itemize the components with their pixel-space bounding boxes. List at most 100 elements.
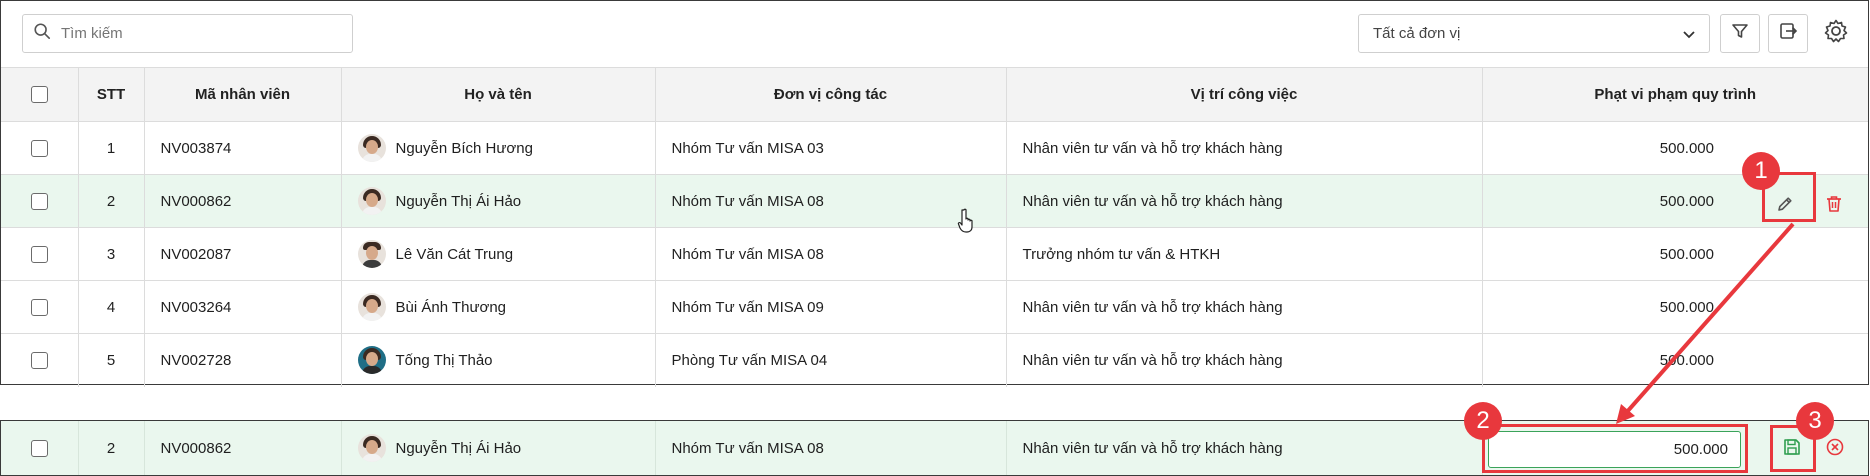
table-row[interactable]: 4 NV003264 Bùi Ánh Thương Nhóm Tư vấn MI… bbox=[1, 280, 1868, 334]
column-header-stt[interactable]: STT bbox=[78, 67, 145, 122]
save-icon bbox=[1782, 437, 1802, 462]
toolbar: Tất cả đơn vị bbox=[1, 1, 1868, 67]
employee-name: Nguyễn Thị Ái Hảo bbox=[395, 192, 522, 210]
row-select-cell[interactable] bbox=[1, 421, 79, 475]
unit-cell: Nhóm Tư vấn MISA 08 bbox=[655, 174, 1007, 228]
avatar bbox=[357, 187, 386, 215]
column-header-position[interactable]: Vị trí công việc bbox=[1006, 67, 1483, 122]
close-circle-icon bbox=[1825, 437, 1845, 462]
avatar bbox=[357, 134, 386, 162]
table-row[interactable]: 1 NV003874 Nguyễn Bích Hương Nhóm Tư vấn… bbox=[1, 121, 1868, 175]
row-checkbox[interactable] bbox=[30, 352, 48, 370]
position-cell: Nhân viên tư vấn và hỗ trợ khách hàng bbox=[1006, 174, 1483, 228]
employee-name: Bùi Ánh Thương bbox=[395, 298, 507, 316]
employee-name: Nguyễn Thị Ái Hảo bbox=[395, 439, 522, 457]
pencil-icon bbox=[1775, 194, 1795, 219]
stt-cell: 5 bbox=[78, 333, 145, 387]
delete-button[interactable] bbox=[1821, 193, 1847, 219]
full-name-cell: Nguyễn Thị Ái Hảo bbox=[341, 421, 656, 475]
employee-name: Nguyễn Bích Hương bbox=[395, 139, 533, 157]
edit-button[interactable] bbox=[1766, 187, 1804, 225]
full-name-cell: Nguyễn Thị Ái Hảo bbox=[341, 174, 656, 228]
inline-edit-row: 2 NV000862 Nguyễn Thị Ái Hảo Nhóm Tư vấn… bbox=[0, 420, 1869, 476]
penalty-cell: 500.000 bbox=[1482, 121, 1868, 175]
full-name-cell: Nguyễn Bích Hương bbox=[341, 121, 656, 175]
table-row[interactable]: 2 NV000862 Nguyễn Thị Ái Hảo Nhóm Tư vấn… bbox=[1, 174, 1868, 228]
full-name-cell: Lê Văn Cát Trung bbox=[341, 227, 656, 281]
stt-cell: 1 bbox=[78, 121, 145, 175]
employee-grid-panel: Tất cả đơn vị STT bbox=[0, 0, 1869, 387]
position-cell: Trưởng nhóm tư vấn & HTKH bbox=[1006, 227, 1483, 281]
unit-cell: Nhóm Tư vấn MISA 08 bbox=[655, 227, 1007, 281]
row-select-cell[interactable] bbox=[1, 227, 79, 281]
unit-cell: Nhóm Tư vấn MISA 09 bbox=[655, 280, 1007, 334]
step-badge-3: 3 bbox=[1796, 402, 1834, 440]
filter-button[interactable] bbox=[1720, 14, 1760, 53]
export-button[interactable] bbox=[1768, 14, 1808, 53]
penalty-cell: 500.000 bbox=[1482, 280, 1868, 334]
employee-code-cell: NV000862 bbox=[144, 174, 342, 228]
position-cell: Nhân viên tư vấn và hỗ trợ khách hàng bbox=[1006, 121, 1483, 175]
employee-table: STT Mã nhân viên Họ và tên Đơn vị công t… bbox=[1, 67, 1868, 387]
penalty-amount-input[interactable] bbox=[1488, 431, 1741, 468]
row-checkbox[interactable] bbox=[30, 245, 48, 263]
position-cell: Nhân viên tư vấn và hỗ trợ khách hàng bbox=[1006, 280, 1483, 334]
unit-cell: Phòng Tư vấn MISA 04 bbox=[655, 333, 1007, 387]
row-checkbox[interactable] bbox=[30, 192, 48, 210]
chevron-down-icon bbox=[1681, 26, 1697, 42]
table-header-row: STT Mã nhân viên Họ và tên Đơn vị công t… bbox=[1, 67, 1868, 122]
column-header-penalty[interactable]: Phạt vi phạm quy trình bbox=[1482, 67, 1868, 122]
row-select-cell[interactable] bbox=[1, 333, 79, 387]
step-badge-1: 1 bbox=[1742, 152, 1780, 190]
employee-code-cell: NV003874 bbox=[144, 121, 342, 175]
row-select-cell[interactable] bbox=[1, 174, 79, 228]
penalty-cell: 500.000 bbox=[1659, 351, 1714, 369]
search-icon bbox=[33, 22, 51, 45]
filter-icon bbox=[1730, 21, 1750, 46]
unit-filter-select[interactable]: Tất cả đơn vị bbox=[1358, 14, 1710, 53]
employee-code-cell: NV002087 bbox=[144, 227, 342, 281]
gear-icon bbox=[1823, 18, 1849, 49]
select-all-header[interactable] bbox=[1, 67, 79, 122]
unit-cell: Nhóm Tư vấn MISA 08 bbox=[655, 421, 1007, 475]
step-badge-2: 2 bbox=[1464, 402, 1502, 440]
hand-cursor-icon bbox=[957, 208, 973, 233]
table-row[interactable]: 5 NV002728 Tống Thị Thảo Phòng Tư vấn MI… bbox=[1, 333, 1868, 387]
row-action-group bbox=[1761, 179, 1861, 233]
select-all-checkbox[interactable] bbox=[30, 86, 48, 104]
employee-code-cell: NV003264 bbox=[144, 280, 342, 334]
column-header-unit[interactable]: Đơn vị công tác bbox=[655, 67, 1007, 122]
row-select-cell[interactable] bbox=[1, 280, 79, 334]
row-select-cell[interactable] bbox=[1, 121, 79, 175]
column-header-full-name[interactable]: Họ và tên bbox=[341, 67, 656, 122]
row-checkbox[interactable] bbox=[30, 298, 48, 316]
avatar bbox=[357, 434, 386, 462]
penalty-cell: 500.000 bbox=[1482, 227, 1868, 281]
position-cell: Nhân viên tư vấn và hỗ trợ khách hàng bbox=[1006, 333, 1483, 387]
row-checkbox[interactable] bbox=[30, 439, 48, 457]
position-cell: Nhân viên tư vấn và hỗ trợ khách hàng bbox=[1006, 421, 1483, 475]
employee-name: Tống Thị Thảo bbox=[395, 351, 493, 369]
stt-cell: 4 bbox=[78, 280, 145, 334]
full-name-cell: Bùi Ánh Thương bbox=[341, 280, 656, 334]
employee-name: Lê Văn Cát Trung bbox=[395, 245, 514, 263]
unit-cell: Nhóm Tư vấn MISA 03 bbox=[655, 121, 1007, 175]
search-input[interactable] bbox=[61, 25, 341, 42]
employee-code-cell: NV000862 bbox=[144, 421, 342, 475]
stt-cell: 2 bbox=[78, 421, 145, 475]
avatar bbox=[357, 293, 386, 321]
trash-icon bbox=[1824, 194, 1844, 219]
export-icon bbox=[1778, 21, 1798, 46]
stt-cell: 2 bbox=[78, 174, 145, 228]
column-header-employee-code[interactable]: Mã nhân viên bbox=[144, 67, 342, 122]
cancel-button[interactable] bbox=[1821, 435, 1849, 463]
stt-cell: 3 bbox=[78, 227, 145, 281]
full-name-cell: Tống Thị Thảo bbox=[341, 333, 656, 387]
unit-filter-value: Tất cả đơn vị bbox=[1373, 25, 1461, 42]
row-checkbox[interactable] bbox=[30, 139, 48, 157]
table-row[interactable]: 3 NV002087 Lê Văn Cát Trung Nhóm Tư vấn … bbox=[1, 227, 1868, 281]
employee-code-cell: NV002728 bbox=[144, 333, 342, 387]
search-box[interactable] bbox=[22, 14, 353, 53]
settings-button[interactable] bbox=[1816, 14, 1856, 53]
avatar bbox=[357, 346, 386, 375]
